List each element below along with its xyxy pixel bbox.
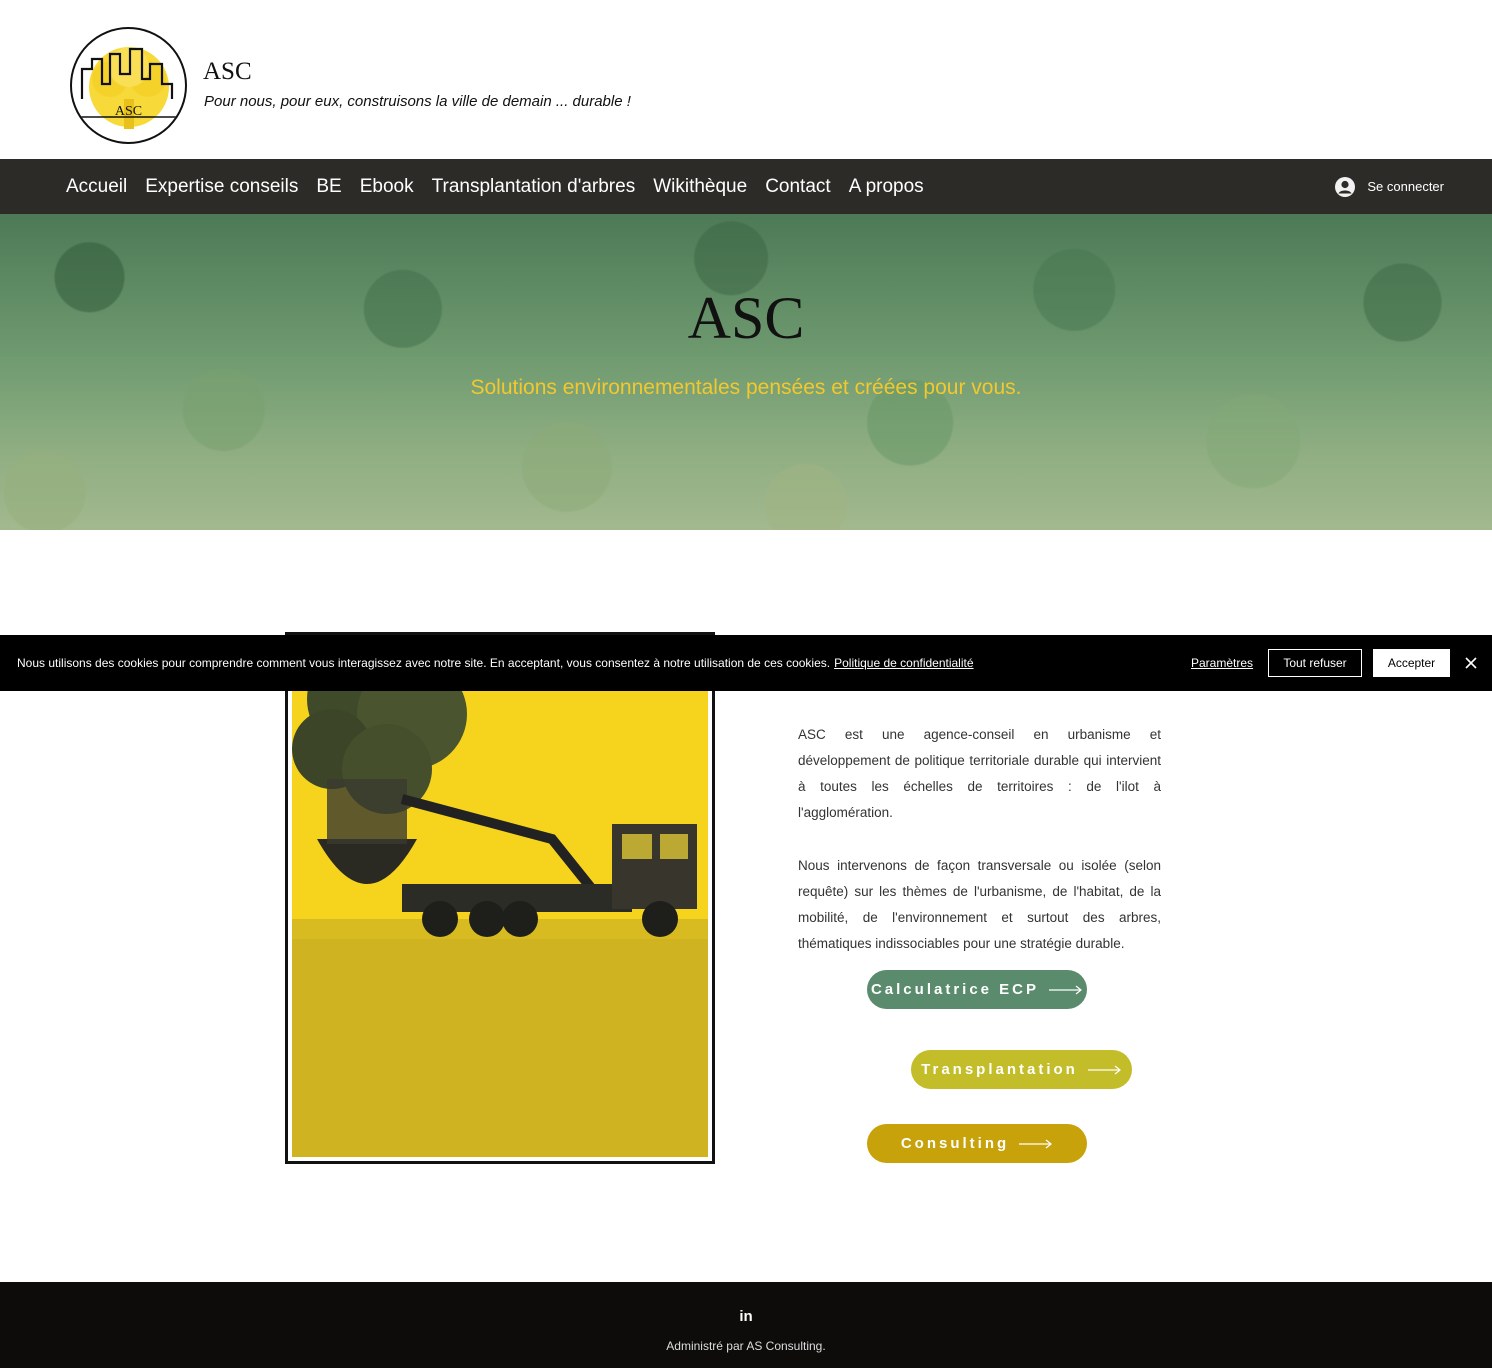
services-paragraph: Nous intervenons de façon transversale o…	[798, 858, 1161, 951]
site-title[interactable]: ASC	[203, 58, 252, 86]
hero-subtitle: Solutions environnementales pensées et c…	[470, 376, 1022, 399]
refuse-all-button[interactable]: Tout refuser	[1268, 649, 1362, 677]
hero-banner: ASC Solutions environnementales pensées …	[0, 214, 1492, 530]
nav-item-a-propos[interactable]: A propos	[849, 176, 924, 198]
site-footer: in Administré par AS Consulting.	[0, 1282, 1492, 1368]
arrow-right-icon	[1049, 985, 1082, 994]
transplantation-label: Transplantation	[921, 1061, 1078, 1078]
tree-transplant-photo-frame	[285, 632, 715, 1164]
tree-transplant-photo	[292, 639, 708, 1157]
logo-text: ASC	[114, 104, 143, 119]
nav-item-ebook[interactable]: Ebook	[360, 176, 414, 198]
calculatrice-ecp-button[interactable]: Calculatrice ECP	[867, 970, 1087, 1009]
transplantation-button[interactable]: Transplantation	[911, 1050, 1132, 1089]
hero-title: ASC	[687, 285, 805, 351]
main-navigation: Accueil Expertise conseils BE Ebook Tran…	[0, 159, 1492, 214]
arrow-right-icon	[1087, 1065, 1121, 1074]
arrow-right-icon	[1019, 1139, 1053, 1148]
nav-item-accueil[interactable]: Accueil	[66, 176, 127, 198]
cookie-message: Nous utilisons des cookies pour comprend…	[17, 635, 974, 691]
nav-item-contact[interactable]: Contact	[765, 176, 830, 198]
site-header: ASC ASC Pour nous, pour eux, construison…	[0, 0, 1492, 159]
consulting-label: Consulting	[900, 1135, 1010, 1152]
consulting-button[interactable]: Consulting	[867, 1124, 1087, 1163]
user-avatar-icon	[1335, 176, 1356, 197]
site-tagline: Pour nous, pour eux, construisons la vil…	[204, 93, 631, 110]
footer-credit: Administré par AS Consulting.	[666, 1339, 826, 1353]
nav-item-expertise-conseils[interactable]: Expertise conseils	[145, 176, 298, 198]
cookie-text: Nous utilisons des cookies pour comprend…	[17, 656, 831, 670]
privacy-policy-link[interactable]: Politique de confidentialité	[834, 656, 973, 670]
intro-paragraph: ASC est une agence-conseil en urbanisme …	[798, 727, 1161, 820]
site-logo[interactable]: ASC	[70, 27, 187, 144]
tree-truck-illustration	[292, 639, 708, 1157]
cookie-banner: Nous utilisons des cookies pour comprend…	[0, 635, 1492, 691]
logo-tree-city-graphic	[80, 47, 177, 129]
accept-button[interactable]: Accepter	[1373, 649, 1450, 677]
calculatrice-ecp-label: Calculatrice ECP	[870, 981, 1040, 998]
close-icon[interactable]	[1463, 655, 1479, 671]
nav-item-wikitheque[interactable]: Wikithèque	[653, 176, 747, 198]
nav-menu: Accueil Expertise conseils BE Ebook Tran…	[66, 159, 942, 214]
nav-item-be[interactable]: BE	[316, 176, 341, 198]
linkedin-icon[interactable]: in	[738, 1309, 754, 1325]
login-label: Se connecter	[1367, 179, 1444, 194]
nav-item-transplantation[interactable]: Transplantation d'arbres	[432, 176, 636, 198]
cookie-settings-link[interactable]: Paramètres	[1191, 656, 1253, 670]
login-button[interactable]: Se connecter	[1335, 159, 1444, 214]
